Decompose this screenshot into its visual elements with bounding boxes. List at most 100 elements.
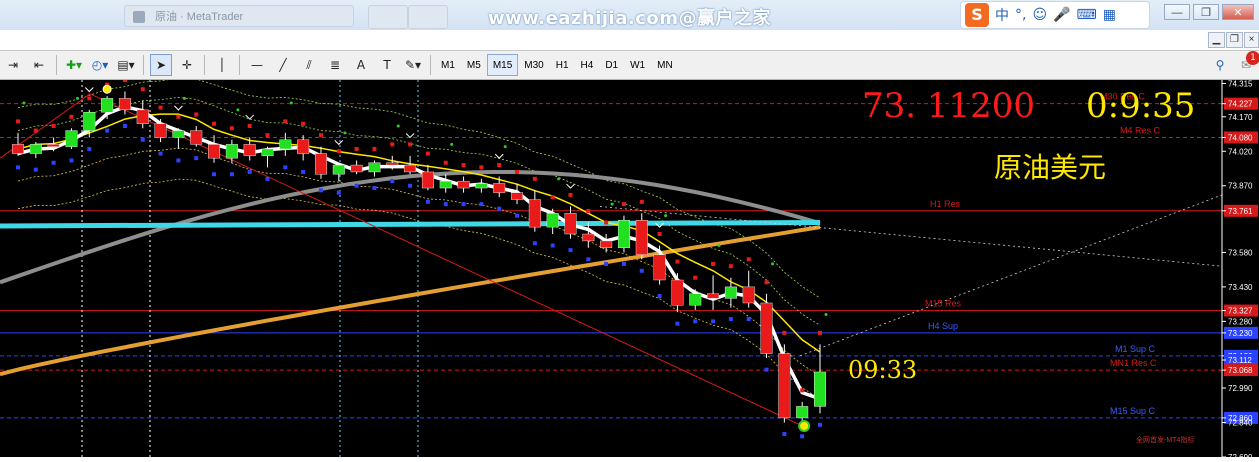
- trendline-icon[interactable]: ╱: [272, 54, 294, 76]
- support-dot: [764, 367, 769, 372]
- candle-body: [600, 240, 613, 249]
- ma-white: [17, 104, 821, 401]
- timeframe-m1[interactable]: M1: [435, 54, 461, 76]
- sogou-logo-icon[interactable]: S: [965, 3, 989, 27]
- timeframe-m15[interactable]: M15: [486, 54, 519, 76]
- mic-icon[interactable]: 🎤: [1053, 7, 1070, 23]
- text-tool-icon[interactable]: A: [350, 54, 372, 76]
- vertical-line-icon[interactable]: │: [211, 54, 233, 76]
- mdi-minimize-button[interactable]: ▁: [1208, 32, 1225, 48]
- support-dot: [229, 172, 234, 177]
- resistance-dot: [711, 261, 716, 266]
- resistance-dot: [247, 123, 252, 128]
- axis-tick-label: 73.327: [1228, 307, 1253, 316]
- candle-body: [47, 144, 60, 147]
- signal-dot: [557, 177, 561, 181]
- support-dot: [301, 169, 306, 174]
- horizontal-line-icon[interactable]: —: [246, 54, 268, 76]
- signal-dot: [75, 96, 79, 100]
- moving-averages: [0, 104, 821, 401]
- candle-body: [564, 213, 577, 235]
- support-dot: [265, 176, 270, 181]
- ime-toolbar[interactable]: S 中 °, ☺ 🎤 ⌨ ▦: [960, 1, 1150, 29]
- candle-body: [760, 302, 773, 354]
- credit-text: 全网首发-MT4指标: [1136, 437, 1195, 444]
- support-dot: [105, 128, 110, 133]
- timeframe-m30[interactable]: M30: [518, 54, 549, 76]
- mdi-close-button[interactable]: ×: [1244, 32, 1259, 48]
- timeframe-d1[interactable]: D1: [599, 54, 624, 76]
- resistance-dot: [229, 126, 234, 131]
- ime-punct-toggle[interactable]: °,: [1015, 7, 1026, 23]
- fibonacci-icon[interactable]: ≣: [324, 54, 346, 76]
- equidistant-channel-icon[interactable]: ⫽: [298, 54, 320, 76]
- browser-tab[interactable]: 原油 · MetaTrader: [124, 5, 354, 27]
- candle-body: [493, 183, 506, 193]
- toolbar-separator: [143, 55, 144, 75]
- minimize-button[interactable]: —: [1164, 4, 1190, 20]
- support-dot: [283, 165, 288, 170]
- support-dot: [818, 422, 822, 427]
- browser-tab-small[interactable]: [408, 5, 448, 29]
- price-chart[interactable]: M30 Res C M4 Res C H1 Res M15 Res H4 Sup M1 S…: [0, 60, 1259, 462]
- notifications-icon[interactable]: ✉ 1: [1235, 51, 1259, 76]
- support-dot: [657, 294, 662, 299]
- resistance-dot: [176, 114, 181, 119]
- indicators-icon[interactable]: ✚▾: [63, 54, 85, 76]
- timeframe-h1[interactable]: H1: [550, 54, 575, 76]
- chart-shift-icon[interactable]: ⇥: [2, 54, 24, 76]
- timeframe-h4[interactable]: H4: [575, 54, 600, 76]
- resistance-dot: [639, 199, 644, 204]
- level-label: M15 Res: [925, 299, 962, 309]
- crosshair-icon[interactable]: ✛: [176, 54, 198, 76]
- candle-body: [83, 111, 96, 131]
- ma-yellow: [17, 113, 821, 353]
- search-icon[interactable]: ⚲: [1209, 54, 1231, 76]
- candle-body: [101, 98, 114, 113]
- dot-indicators: [16, 60, 828, 439]
- timeframe-w1[interactable]: W1: [624, 54, 651, 76]
- periods-clock-icon[interactable]: ◴▾: [89, 54, 111, 76]
- resistance-dot: [479, 165, 484, 170]
- axis-tick-label: 74.080: [1228, 133, 1253, 142]
- support-dot: [318, 188, 323, 193]
- support-dot: [443, 202, 448, 207]
- arrow-cursor-icon[interactable]: ➤: [150, 54, 172, 76]
- resistance-dot: [122, 78, 127, 82]
- chart-canvas[interactable]: M30 Res CM4 Res CH1 ResM15 ResH4 SupM1 S…: [0, 60, 1259, 462]
- axis-tick-label: 73.280: [1228, 317, 1253, 326]
- trend-line-dotted: [599, 206, 1223, 267]
- candle-body: [404, 164, 417, 173]
- browser-tab-small[interactable]: [368, 5, 408, 29]
- keyboard-icon[interactable]: ⌨: [1077, 7, 1097, 23]
- fractal-arrow: [84, 87, 94, 93]
- band-line: [17, 147, 821, 377]
- timeframe-m5[interactable]: M5: [461, 54, 487, 76]
- arrows-icon[interactable]: ✎▾: [402, 54, 424, 76]
- resistance-dot: [372, 146, 377, 151]
- support-dot: [408, 183, 413, 188]
- ime-lang-toggle[interactable]: 中: [995, 5, 1009, 25]
- candle-body: [225, 144, 238, 159]
- templates-icon[interactable]: ▤▾: [115, 54, 137, 76]
- smile-icon[interactable]: ☺: [1032, 7, 1047, 23]
- maximize-button[interactable]: ❐: [1193, 4, 1219, 20]
- support-dot: [586, 257, 591, 262]
- close-button[interactable]: ✕: [1222, 4, 1254, 20]
- signal-dot: [22, 101, 26, 105]
- autoscroll-icon[interactable]: ⇤: [28, 54, 50, 76]
- resistance-dot: [443, 160, 448, 165]
- band-line: [17, 178, 821, 400]
- grid-icon[interactable]: ▦: [1103, 7, 1116, 23]
- axis-tick-label: 74.315: [1228, 80, 1253, 88]
- timeframe-mn[interactable]: MN: [651, 54, 679, 76]
- resistance-dot: [568, 192, 573, 197]
- text-label-icon[interactable]: T: [376, 54, 398, 76]
- tab-favicon-icon: [133, 11, 145, 23]
- support-dot: [390, 179, 395, 184]
- support-dot: [800, 434, 805, 439]
- candle-body: [635, 220, 648, 255]
- bar-countdown: 0:9:35: [1086, 86, 1196, 126]
- level-label: M1 Sup C: [1115, 344, 1156, 354]
- mdi-restore-button[interactable]: ❐: [1226, 32, 1243, 48]
